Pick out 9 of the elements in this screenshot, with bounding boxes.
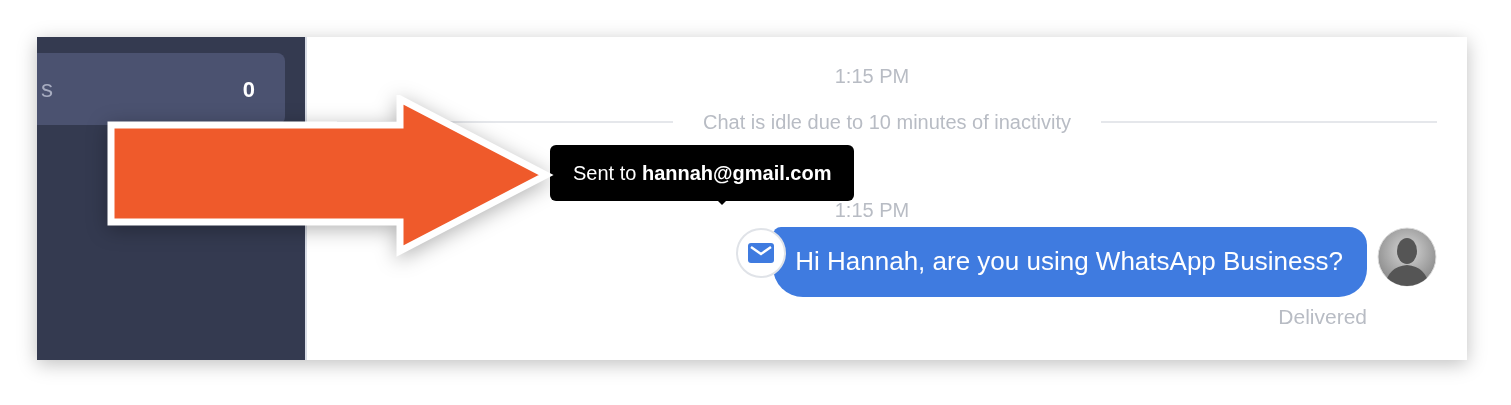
delivery-status: Delivered [1278, 304, 1367, 330]
sidebar-item[interactable]: s 0 [37, 53, 285, 125]
avatar [1377, 227, 1437, 287]
timestamp: 1:15 PM [834, 198, 910, 223]
message-bubble: Hi Hannah, are you using WhatsApp Business? [773, 227, 1367, 297]
email-icon [736, 228, 787, 278]
system-message: Chat is idle due to 10 minutes of inactivity [703, 110, 1071, 135]
tooltip: Sent to hannah@gmail.com [550, 145, 855, 201]
timestamp: 1:15 PM [834, 64, 910, 89]
